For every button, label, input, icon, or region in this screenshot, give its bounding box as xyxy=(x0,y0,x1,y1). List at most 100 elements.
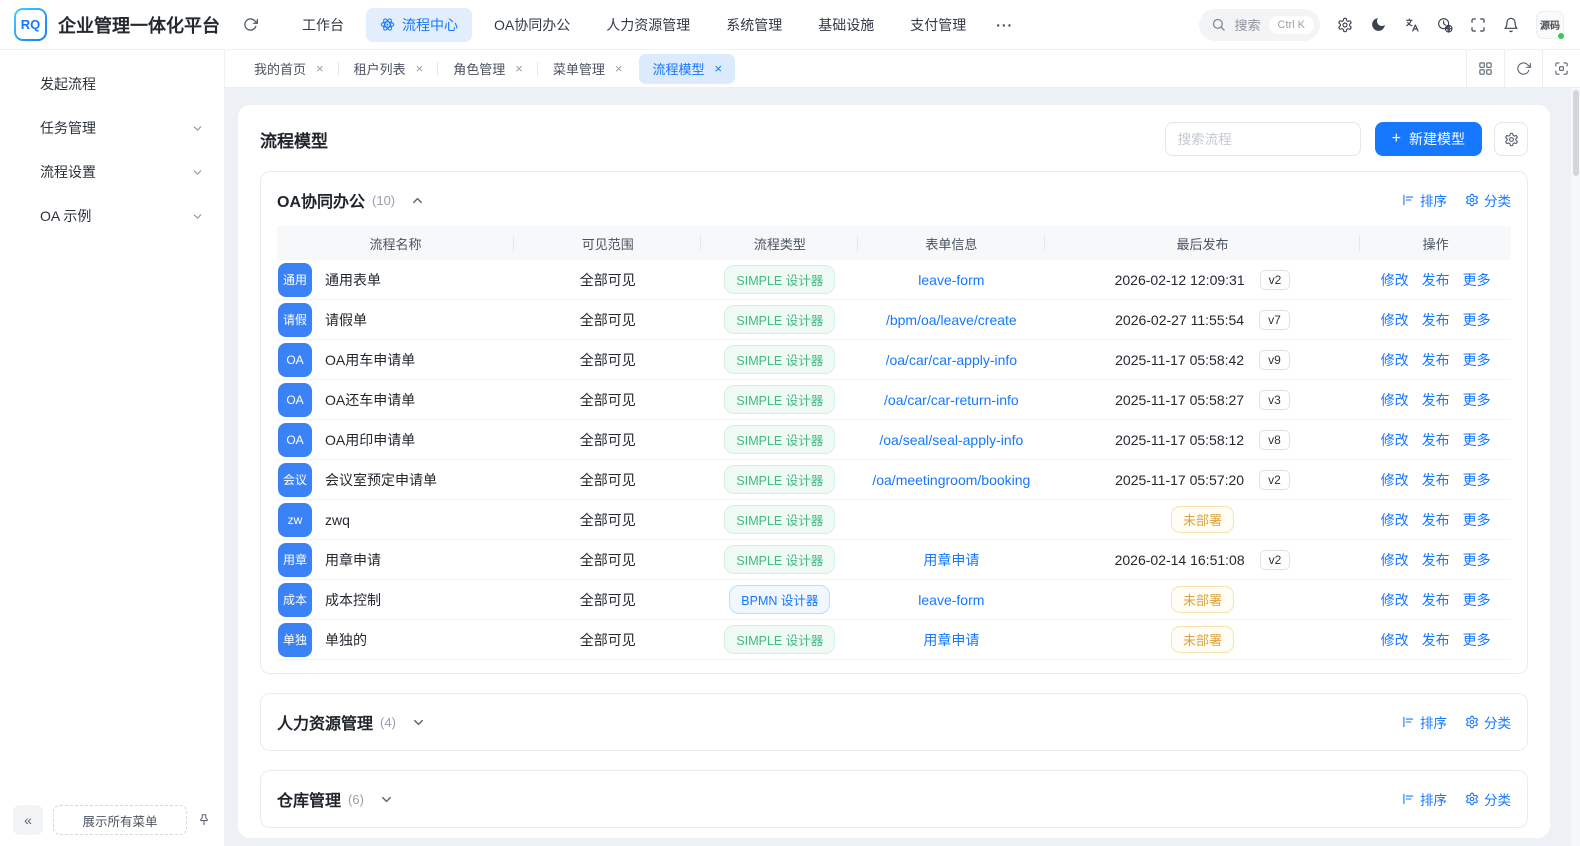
modify-link[interactable]: 修改 xyxy=(1381,350,1409,370)
process-row[interactable]: zw zwq 全部可见 SIMPLE 设计器 未部署 修改 发布 更多 xyxy=(277,500,1511,540)
panel-settings-button[interactable] xyxy=(1494,122,1528,156)
form-link[interactable]: 用章申请 xyxy=(923,630,979,650)
modify-link[interactable]: 修改 xyxy=(1381,510,1409,530)
publish-link[interactable]: 发布 xyxy=(1422,470,1450,490)
language-button[interactable] xyxy=(1404,17,1420,33)
timezone-button[interactable] xyxy=(1437,17,1453,33)
header-refresh-icon[interactable] xyxy=(243,17,258,32)
classify-button[interactable]: 分类 xyxy=(1465,190,1511,210)
modify-link[interactable]: 修改 xyxy=(1381,550,1409,570)
expand-group-button[interactable] xyxy=(379,792,394,807)
publish-link[interactable]: 发布 xyxy=(1422,550,1450,570)
expand-group-button[interactable] xyxy=(411,715,426,730)
form-link[interactable]: leave-form xyxy=(918,592,984,608)
process-row[interactable]: OA OA用印申请单 全部可见 SIMPLE 设计器 /oa/seal/seal… xyxy=(277,420,1511,460)
sort-button[interactable]: 排序 xyxy=(1401,712,1447,732)
process-search-input[interactable] xyxy=(1164,122,1361,156)
tab-menu-management[interactable]: 菜单管理 × xyxy=(536,54,636,84)
modify-link[interactable]: 修改 xyxy=(1381,470,1409,490)
collapse-group-button[interactable] xyxy=(410,193,425,208)
form-link[interactable]: /oa/meetingroom/booking xyxy=(872,472,1030,488)
tab-overview-button[interactable] xyxy=(1466,50,1504,87)
publish-link[interactable]: 发布 xyxy=(1422,390,1450,410)
more-link[interactable]: 更多 xyxy=(1463,430,1491,450)
tab-refresh-button[interactable] xyxy=(1504,50,1542,87)
publish-link[interactable]: 发布 xyxy=(1422,310,1450,330)
sidebar-collapse-button[interactable]: « xyxy=(13,805,43,835)
process-row[interactable]: 成本 成本控制 全部可见 BPMN 设计器 leave-form 未部署 修改 … xyxy=(277,580,1511,620)
more-link[interactable]: 更多 xyxy=(1463,630,1491,650)
publish-link[interactable]: 发布 xyxy=(1422,350,1450,370)
sidebar-item-start-process[interactable]: 发起流程 xyxy=(0,62,224,106)
nav-more-icon[interactable]: ··· xyxy=(988,10,1021,40)
page-scrollbar[interactable] xyxy=(1571,88,1580,846)
form-link[interactable]: 用章申请 xyxy=(923,550,979,570)
publish-link[interactable]: 发布 xyxy=(1422,270,1450,290)
process-row[interactable]: 通用 通用表单 全部可见 SIMPLE 设计器 leave-form 2026-… xyxy=(277,260,1511,300)
tab-process-model[interactable]: 流程模型 × xyxy=(639,53,736,84)
modify-link[interactable]: 修改 xyxy=(1381,310,1409,330)
form-link[interactable]: /oa/car/car-return-info xyxy=(884,392,1019,408)
form-link[interactable]: /oa/seal/seal-apply-info xyxy=(879,432,1023,448)
sort-button[interactable]: 排序 xyxy=(1401,190,1447,210)
more-link[interactable]: 更多 xyxy=(1463,270,1491,290)
nav-item-infra[interactable]: 基础设施 xyxy=(804,8,888,42)
global-search[interactable]: 搜索 Ctrl K xyxy=(1199,8,1320,41)
scrollbar-thumb[interactable] xyxy=(1573,90,1579,176)
tab-my-home[interactable]: 我的首页 × xyxy=(241,54,337,84)
fullscreen-button[interactable] xyxy=(1470,17,1486,33)
sidebar-item-oa-examples[interactable]: OA 示例 xyxy=(0,194,224,238)
close-icon[interactable]: × xyxy=(416,61,424,76)
close-icon[interactable]: × xyxy=(515,61,523,76)
more-link[interactable]: 更多 xyxy=(1463,510,1491,530)
nav-item-oa[interactable]: OA协同办公 xyxy=(480,8,584,42)
new-model-button[interactable]: + 新建模型 xyxy=(1374,122,1482,156)
classify-button[interactable]: 分类 xyxy=(1465,789,1511,809)
publish-link[interactable]: 发布 xyxy=(1422,630,1450,650)
close-icon[interactable]: × xyxy=(714,61,722,76)
app-logo[interactable]: RQ xyxy=(14,8,47,41)
close-icon[interactable]: × xyxy=(615,61,623,76)
nav-item-process-center[interactable]: 流程中心 xyxy=(366,7,472,42)
more-link[interactable]: 更多 xyxy=(1463,470,1491,490)
sidebar-item-process-settings[interactable]: 流程设置 xyxy=(0,150,224,194)
form-link[interactable]: /bpm/oa/leave/create xyxy=(886,312,1017,328)
sort-button[interactable]: 排序 xyxy=(1401,789,1447,809)
modify-link[interactable]: 修改 xyxy=(1381,590,1409,610)
modify-link[interactable]: 修改 xyxy=(1381,430,1409,450)
tab-role-management[interactable]: 角色管理 × xyxy=(437,54,536,84)
nav-item-pay[interactable]: 支付管理 xyxy=(896,8,980,42)
classify-button[interactable]: 分类 xyxy=(1465,712,1511,732)
nav-item-hr[interactable]: 人力资源管理 xyxy=(592,8,704,42)
process-row[interactable]: 请假 请假单 全部可见 SIMPLE 设计器 /bpm/oa/leave/cre… xyxy=(277,300,1511,340)
form-link[interactable]: /oa/car/car-apply-info xyxy=(886,352,1018,368)
publish-link[interactable]: 发布 xyxy=(1422,510,1450,530)
process-row[interactable]: 用章 用章申请 全部可见 SIMPLE 设计器 用章申请 2026-02-14 … xyxy=(277,540,1511,580)
publish-link[interactable]: 发布 xyxy=(1422,430,1450,450)
sidebar-item-task-management[interactable]: 任务管理 xyxy=(0,106,224,150)
process-row[interactable]: OA OA还车申请单 全部可见 SIMPLE 设计器 /oa/car/car-r… xyxy=(277,380,1511,420)
tab-tenant-list[interactable]: 租户列表 × xyxy=(337,54,437,84)
dark-mode-button[interactable] xyxy=(1370,16,1387,33)
close-icon[interactable]: × xyxy=(316,61,324,76)
nav-item-workbench[interactable]: 工作台 xyxy=(288,8,358,42)
more-link[interactable]: 更多 xyxy=(1463,550,1491,570)
show-all-menus-button[interactable]: 展示所有菜单 xyxy=(53,805,187,835)
more-link[interactable]: 更多 xyxy=(1463,350,1491,370)
notifications-button[interactable] xyxy=(1503,17,1519,33)
nav-item-system[interactable]: 系统管理 xyxy=(712,8,796,42)
more-link[interactable]: 更多 xyxy=(1463,310,1491,330)
settings-button[interactable] xyxy=(1337,17,1353,33)
user-avatar[interactable]: 源码 xyxy=(1536,10,1566,41)
more-link[interactable]: 更多 xyxy=(1463,390,1491,410)
more-link[interactable]: 更多 xyxy=(1463,590,1491,610)
publish-link[interactable]: 发布 xyxy=(1422,590,1450,610)
modify-link[interactable]: 修改 xyxy=(1381,630,1409,650)
process-row[interactable]: 单独 单独的 全部可见 SIMPLE 设计器 用章申请 未部署 修改 发布 更多 xyxy=(277,620,1511,660)
tab-maximize-button[interactable] xyxy=(1542,50,1580,87)
process-row[interactable]: OA OA用车申请单 全部可见 SIMPLE 设计器 /oa/car/car-a… xyxy=(277,340,1511,380)
pin-sidebar-button[interactable] xyxy=(197,813,211,827)
form-link[interactable]: leave-form xyxy=(918,272,984,288)
modify-link[interactable]: 修改 xyxy=(1381,270,1409,290)
modify-link[interactable]: 修改 xyxy=(1381,390,1409,410)
